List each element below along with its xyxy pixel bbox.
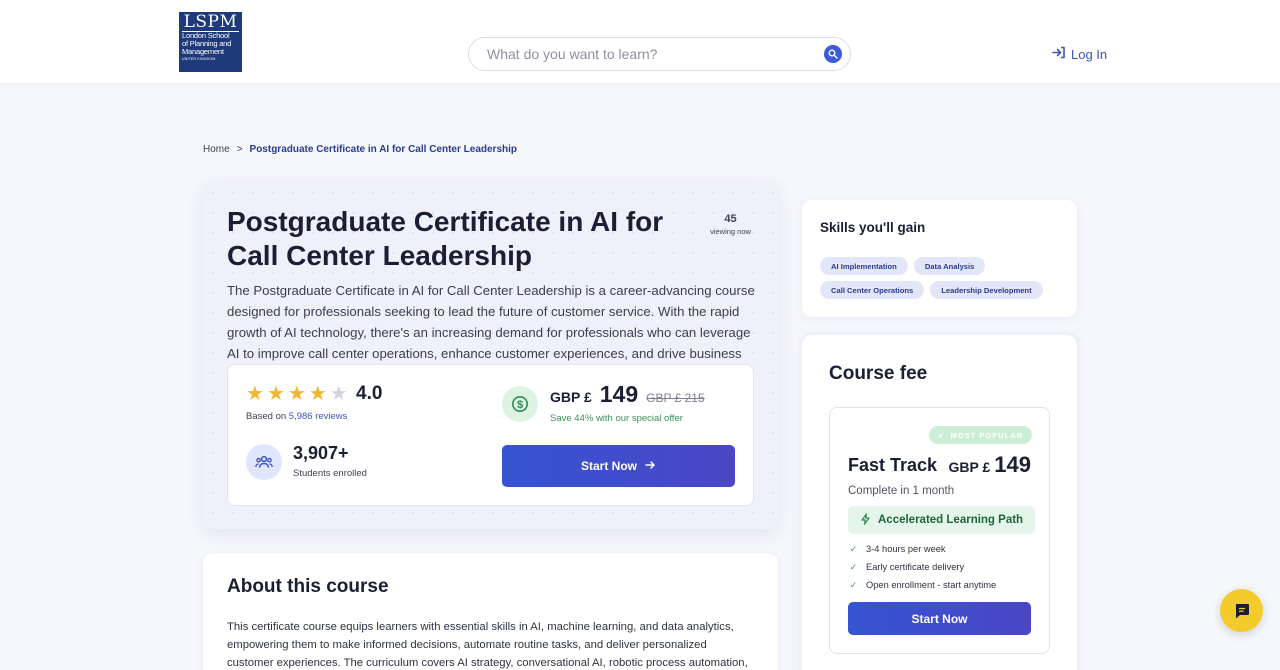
arrow-right-icon bbox=[645, 459, 656, 473]
skills-card: Skills you'll gain AI Implementation Dat… bbox=[802, 200, 1077, 317]
star-icon: ★ bbox=[308, 383, 327, 405]
lspm-logo[interactable]: LSPM London School of Planning and Manag… bbox=[179, 12, 242, 72]
plan-price-value: 149 bbox=[994, 452, 1031, 477]
skill-chip[interactable]: Leadership Development bbox=[930, 281, 1043, 299]
price-row: GBP £ 149 GBP £ 215 bbox=[550, 381, 705, 408]
plan-price: GBP £ 149 bbox=[949, 452, 1031, 478]
feature-text: Open enrollment - start anytime bbox=[866, 580, 997, 590]
about-course-card: About this course This certificate cours… bbox=[203, 553, 778, 670]
fast-track-plan: ✓ MOST POPULAR Fast Track GBP £ 149 Comp… bbox=[829, 407, 1050, 654]
lightning-icon bbox=[860, 512, 871, 528]
login-icon bbox=[1052, 46, 1066, 62]
dollar-icon: $ bbox=[502, 386, 538, 422]
skill-chip[interactable]: AI Implementation bbox=[820, 257, 908, 275]
search-input[interactable] bbox=[487, 38, 817, 70]
feature-text: Early certificate delivery bbox=[866, 562, 965, 572]
badge-label: MOST POPULAR bbox=[950, 430, 1023, 440]
star-icon: ★ bbox=[246, 383, 264, 405]
skills-title: Skills you'll gain bbox=[820, 220, 926, 235]
course-stats-panel: ★ ★ ★ ★ ★ 4.0 Based on 5,986 reviews 3,9… bbox=[227, 364, 754, 506]
plan-duration: Complete in 1 month bbox=[848, 485, 955, 497]
price-currency: GBP £ bbox=[550, 389, 592, 405]
viewing-now: 45 viewing now bbox=[703, 212, 758, 237]
rating-stars: ★ ★ ★ ★ ★ bbox=[246, 384, 348, 404]
check-icon: ✓ bbox=[849, 543, 858, 554]
search-bar bbox=[468, 37, 851, 71]
svg-text:$: $ bbox=[517, 399, 523, 411]
based-on-text: Based on bbox=[246, 411, 287, 422]
feature-item: ✓ Early certificate delivery bbox=[848, 558, 996, 576]
breadcrumb-separator: > bbox=[236, 144, 243, 155]
most-popular-badge: ✓ MOST POPULAR bbox=[929, 426, 1032, 444]
breadcrumb-current: Postgraduate Certificate in AI for Call … bbox=[249, 144, 517, 155]
rating-value: 4.0 bbox=[356, 383, 383, 404]
breadcrumb-home[interactable]: Home bbox=[203, 144, 230, 155]
breadcrumb: Home > Postgraduate Certificate in AI fo… bbox=[203, 144, 517, 155]
reviews-link[interactable]: 5,986 reviews bbox=[289, 411, 348, 422]
plan-start-now-button[interactable]: Start Now bbox=[848, 602, 1031, 635]
feature-text: 3-4 hours per week bbox=[866, 544, 946, 554]
price-savings: Save 44% with our special offer bbox=[550, 413, 683, 424]
start-now-label: Start Now bbox=[580, 459, 637, 473]
star-icon: ★ bbox=[266, 383, 285, 405]
accelerated-path-badge: Accelerated Learning Path bbox=[848, 506, 1036, 534]
students-label: Students enrolled bbox=[293, 468, 367, 479]
star-icon: ★ bbox=[329, 383, 348, 405]
search-icon[interactable] bbox=[824, 45, 842, 63]
skills-chips: AI Implementation Data Analysis Call Cen… bbox=[820, 257, 1070, 299]
students-count: 3,907+ bbox=[293, 443, 349, 463]
about-text: This certificate course equips learners … bbox=[227, 621, 748, 669]
logo-mark: LSPM bbox=[182, 12, 239, 32]
skill-chip[interactable]: Call Center Operations bbox=[820, 281, 925, 299]
logo-line-3: Management bbox=[182, 47, 224, 57]
course-title: Postgraduate Certificate in AI for Call … bbox=[227, 206, 664, 271]
skill-chip[interactable]: Data Analysis bbox=[913, 257, 986, 275]
start-now-button[interactable]: Start Now bbox=[502, 445, 735, 487]
check-icon: ✓ bbox=[849, 561, 858, 572]
feature-item: ✓ Open enrollment - start anytime bbox=[848, 576, 997, 594]
chat-icon[interactable] bbox=[1220, 589, 1263, 632]
logo-tagline: UNITED KINGDOM bbox=[182, 56, 216, 61]
price-value: 149 bbox=[599, 381, 639, 407]
path-label: Accelerated Learning Path bbox=[878, 514, 1024, 526]
students-icon bbox=[246, 444, 282, 480]
site-header: LSPM London School of Planning and Manag… bbox=[0, 0, 1280, 84]
viewing-count: 45 bbox=[724, 213, 737, 225]
check-icon: ✓ bbox=[849, 579, 858, 590]
viewing-label: viewing now bbox=[710, 227, 751, 236]
plan-features: ✓ 3-4 hours per week ✓ Early certificate… bbox=[848, 540, 997, 594]
price-old: GBP £ 215 bbox=[646, 391, 705, 405]
feature-item: ✓ 3-4 hours per week bbox=[848, 540, 996, 558]
check-icon: ✓ bbox=[938, 430, 946, 440]
login-link[interactable]: Log In bbox=[1052, 45, 1107, 63]
star-icon: ★ bbox=[287, 383, 306, 405]
course-hero-card: Postgraduate Certificate in AI for Call … bbox=[203, 183, 778, 529]
plan-currency: GBP £ bbox=[948, 459, 991, 475]
login-label: Log In bbox=[1071, 46, 1108, 62]
course-fee-card: Course fee ✓ MOST POPULAR Fast Track GBP… bbox=[802, 335, 1077, 670]
course-fee-title: Course fee bbox=[829, 363, 928, 384]
plan-name: Fast Track bbox=[848, 455, 938, 475]
about-title: About this course bbox=[227, 576, 389, 597]
rating-based-on: Based on 5,986 reviews bbox=[246, 411, 347, 422]
